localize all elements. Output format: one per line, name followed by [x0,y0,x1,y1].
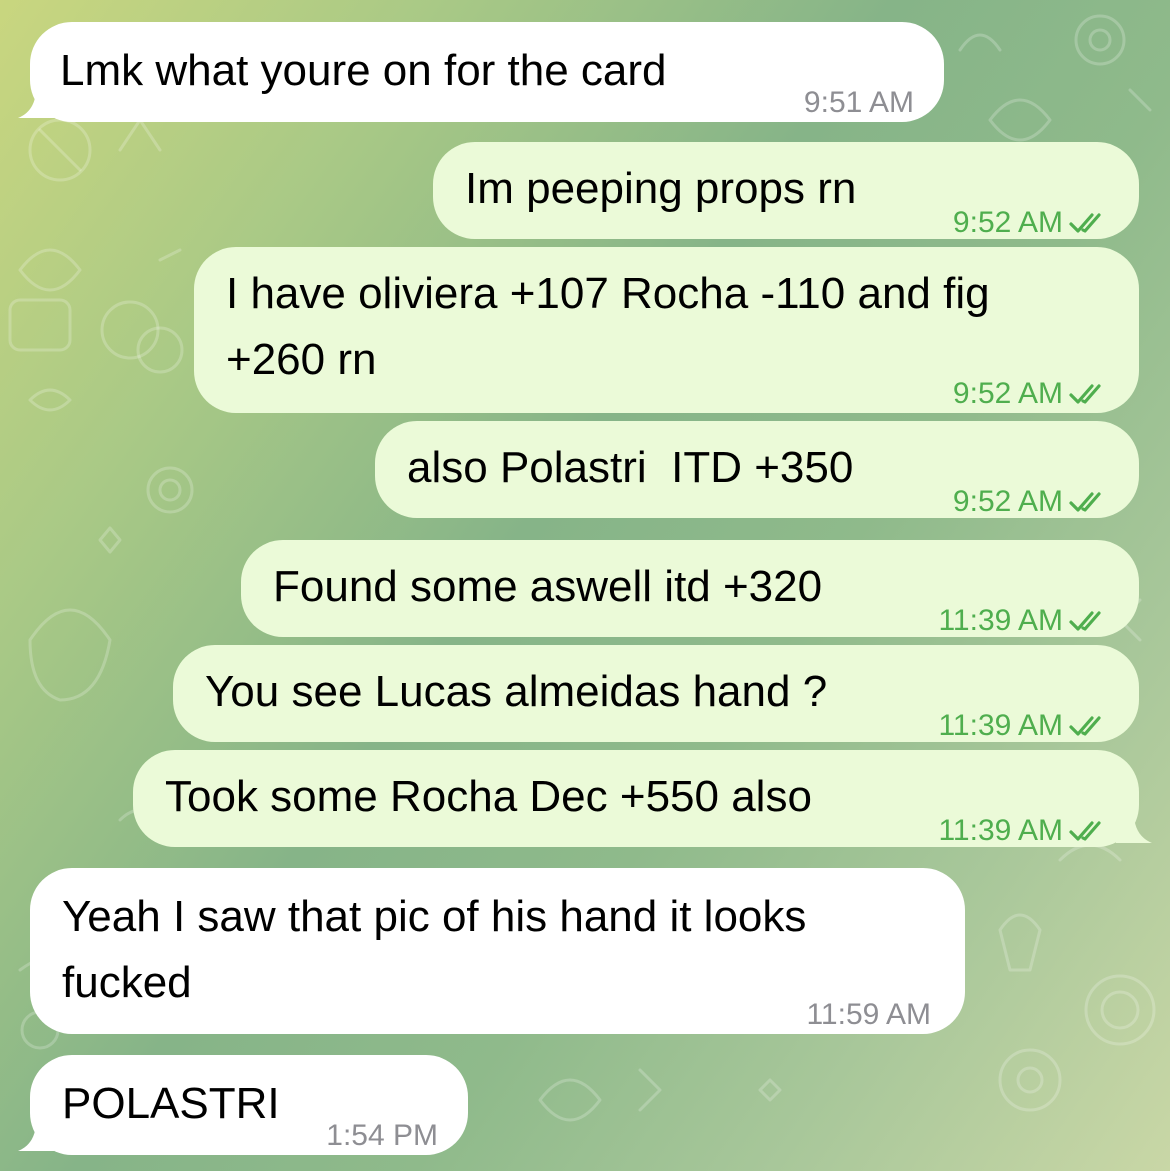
message-text-line-1: Yeah I saw that pic of his hand it looks [62,892,807,941]
message-timestamp: 1:54 PM [326,1119,438,1152]
double-check-icon [1069,821,1101,841]
message-text: Im peeping props rn [465,164,857,213]
message-text: Took some Rocha Dec +550 also [165,772,812,821]
message-bubble-outgoing[interactable]: Im peeping props rn 9:52 AM [433,142,1139,239]
message-bubble-outgoing[interactable]: You see Lucas almeidas hand ? 11:39 AM [173,645,1139,742]
double-check-icon [1069,716,1101,736]
message-bubble-incoming[interactable]: POLASTRI 1:54 PM [30,1055,468,1155]
double-check-icon [1069,492,1101,512]
double-check-icon [1069,611,1101,631]
message-text: also Polastri ITD +350 [407,443,854,492]
message-bubble-incoming[interactable]: Lmk what youre on for the card 9:51 AM [30,22,944,122]
message-timestamp: 11:39 AM [938,798,1111,864]
message-text: You see Lucas almeidas hand ? [205,667,828,716]
message-bubble-incoming[interactable]: Yeah I saw that pic of his hand it looks… [30,868,965,1034]
message-timestamp: 9:52 AM [953,361,1111,427]
message-text-line-2: fucked [62,958,192,1007]
double-check-icon [1069,213,1101,233]
message-bubble-outgoing[interactable]: I have oliviera +107 Rocha -110 and fig … [194,247,1139,413]
message-timestamp: 11:59 AM [806,998,931,1031]
message-text: POLASTRI [62,1079,280,1128]
message-text: Found some aswell itd +320 [273,562,823,611]
message-bubble-outgoing[interactable]: Took some Rocha Dec +550 also 11:39 AM [133,750,1139,847]
message-text-line-2: +260 rn [226,335,377,384]
message-bubble-outgoing[interactable]: Found some aswell itd +320 11:39 AM [241,540,1139,637]
double-check-icon [1069,384,1101,404]
message-text: Lmk what youre on for the card [60,46,667,95]
message-timestamp: 9:52 AM [953,469,1111,535]
incoming-bubble-tail [18,1115,54,1151]
incoming-bubble-tail [18,82,54,118]
outgoing-bubble-tail [1116,807,1152,843]
message-text-line-1: I have oliviera +107 Rocha -110 and fig [226,269,990,318]
message-bubble-outgoing[interactable]: also Polastri ITD +350 9:52 AM [375,421,1139,518]
message-timestamp: 9:51 AM [803,86,914,119]
